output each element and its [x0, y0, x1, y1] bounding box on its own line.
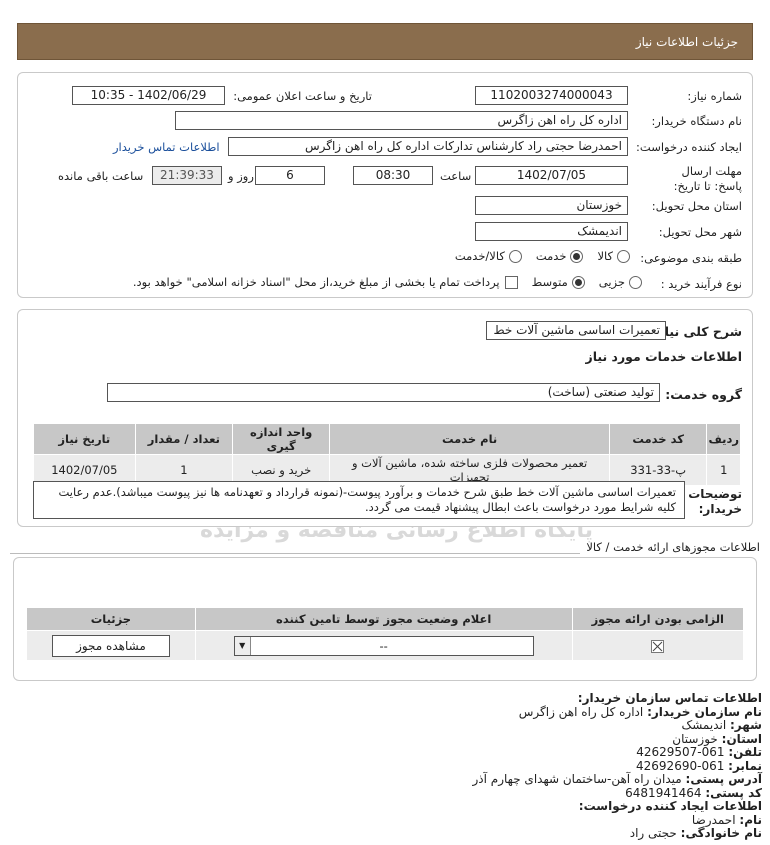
- city-field: اندیمشک: [475, 222, 628, 241]
- contact-line-org: نام سازمان خریدار: اداره کل راه اهن زاگر…: [518, 704, 762, 719]
- buyer-contact-link[interactable]: اطلاعات تماس خریدار: [113, 140, 220, 154]
- license-select-arrow-icon[interactable]: ▼: [234, 636, 251, 655]
- col-unit: واحد اندازه گیری: [232, 423, 331, 455]
- creator-info-title: اطلاعات ایجاد کننده درخواست:: [578, 799, 762, 813]
- buyer-notes-label: توضیحات خریدار:: [688, 487, 742, 516]
- radio-service[interactable]: [570, 249, 584, 263]
- category-option-goods-label: کالا: [597, 249, 613, 263]
- table-row: ▼ -- مشاهده مجوز: [26, 630, 745, 661]
- city-label: شهر محل تحویل:: [658, 225, 742, 239]
- view-license-button[interactable]: مشاهده مجوز: [51, 634, 170, 657]
- licenses-table-header: الزامی بودن ارائه مجوز اعلام وضعیت مجوز …: [26, 607, 745, 631]
- col-license-required: الزامی بودن ارائه مجوز: [571, 607, 745, 631]
- services-title: اطلاعات خدمات مورد نیاز: [585, 349, 743, 364]
- treasury-payment-option[interactable]: پرداخت تمام یا بخشی از مبلغ خرید،از محل …: [133, 275, 518, 289]
- radio-goods-service[interactable]: [508, 249, 522, 263]
- province-field: خوزستان: [475, 196, 628, 215]
- process-option-medium-label: متوسط: [531, 275, 568, 289]
- licenses-section-label: اطلاعات مجوزهای ارائه خدمت / کالا: [586, 540, 760, 554]
- service-group-field: تولید صنعتی (ساخت): [107, 383, 660, 402]
- contact-line-phone: تلفن: 061-42629507: [636, 745, 762, 759]
- announce-label: تاریخ و ساعت اعلان عمومی:: [233, 89, 372, 103]
- services-table: ردیف کد خدمت نام خدمت واحد اندازه گیری ت…: [33, 423, 741, 486]
- process-label: نوع فرآیند خرید :: [660, 277, 742, 291]
- desc-field: تعمیرات اساسی ماشین آلات خط: [486, 321, 666, 340]
- license-required-cell: [571, 630, 745, 661]
- process-option-medium[interactable]: متوسط: [532, 275, 585, 289]
- category-label: طبقه بندی موضوعی:: [640, 251, 742, 265]
- category-option-both[interactable]: کالا/خدمت: [455, 249, 522, 263]
- buyer-notes-text: تعمیرات اساسی ماشین آلات خط طبق شرح خدما…: [58, 485, 677, 514]
- services-table-header: ردیف کد خدمت نام خدمت واحد اندازه گیری ت…: [33, 423, 741, 455]
- col-row: ردیف: [706, 423, 741, 455]
- page-title: جزئیات اطلاعات نیاز: [635, 35, 738, 49]
- process-radio-group: جزیی متوسط پرداخت تمام یا بخشی از مبلغ خ…: [133, 275, 642, 289]
- cell-row: 1: [706, 454, 741, 486]
- contact-line-address: آدرس پستی: میدان راه آهن-ساختمان شهدای چ…: [472, 772, 763, 786]
- col-name: نام خدمت: [329, 423, 610, 455]
- radio-medium[interactable]: [571, 275, 585, 289]
- col-code: کد خدمت: [608, 423, 708, 455]
- creator-label: ایجاد کننده درخواست:: [636, 140, 742, 154]
- contact-line-postal: کد پستی: 6481941464: [625, 785, 762, 800]
- buyer-label: نام دستگاه خریدار:: [651, 114, 742, 128]
- remaining-time-field: 21:39:33: [152, 166, 222, 185]
- buyer-notes-box: تعمیرات اساسی ماشین آلات خط طبق شرح خدما…: [33, 481, 685, 519]
- treasury-checkbox[interactable]: [504, 275, 518, 289]
- col-license-status: اعلام وضعیت مجوز توسط تامین کننده: [194, 607, 573, 631]
- remaining-label: ساعت باقی مانده: [58, 169, 144, 183]
- page-header: جزئیات اطلاعات نیاز: [17, 23, 753, 60]
- col-qty: تعداد / مقدار: [134, 423, 234, 455]
- license-required-checkbox: [651, 639, 665, 653]
- deadline-date-field: 1402/07/05: [475, 166, 628, 185]
- category-option-goods[interactable]: کالا: [597, 249, 630, 263]
- creator-field: احمدرضا حجتی راد کارشناس تدارکات اداره ک…: [228, 137, 628, 156]
- contact-line-fax: نمابر: 061-42692690: [636, 758, 762, 773]
- license-details-cell: مشاهده مجوز: [26, 630, 196, 661]
- col-license-details: جزئیات: [26, 607, 196, 631]
- deadline-time-label: ساعت: [440, 169, 472, 183]
- radio-goods[interactable]: [617, 249, 630, 263]
- deadline-label: مهلت ارسال پاسخ: تا تاریخ:: [673, 164, 742, 193]
- creator-line-name: نام: احمدرضا: [691, 812, 762, 827]
- need-number-field: 1102003274000043: [475, 86, 628, 105]
- treasury-payment-note: پرداخت تمام یا بخشی از مبلغ خرید،از محل …: [132, 275, 500, 289]
- contact-title: اطلاعات تماس سازمان خریدار:: [577, 691, 762, 705]
- radio-minor[interactable]: [629, 275, 642, 289]
- contact-line-city: شهر: اندیمشک: [681, 718, 762, 732]
- license-status-select[interactable]: ▼ --: [233, 635, 534, 656]
- licenses-divider: [10, 553, 580, 554]
- need-number-label: شماره نیاز:: [687, 89, 742, 103]
- category-option-both-label: کالا/خدمت: [454, 249, 505, 263]
- category-option-service[interactable]: خدمت: [536, 249, 584, 263]
- days-field: 6: [255, 166, 325, 185]
- process-option-minor-label: جزیی: [598, 275, 625, 289]
- buyer-field: اداره کل راه اهن زاگرس: [175, 111, 628, 130]
- category-option-service-label: خدمت: [535, 249, 567, 263]
- creator-line-family: نام خانوادگی: حجتی راد: [629, 826, 762, 840]
- province-label: استان محل تحویل:: [651, 199, 742, 213]
- category-radio-group: کالا خدمت کالا/خدمت: [455, 249, 630, 263]
- contact-line-province: استان: خوزستان: [672, 731, 762, 746]
- licenses-table: الزامی بودن ارائه مجوز اعلام وضعیت مجوز …: [26, 607, 745, 661]
- license-status-value: --: [379, 638, 388, 653]
- col-date: تاریخ نیاز: [33, 423, 136, 455]
- contact-section: اطلاعات تماس سازمان خریدار: نام سازمان خ…: [22, 691, 763, 841]
- deadline-time-field: 08:30: [353, 166, 433, 185]
- service-group-label: گروه خدمت:: [665, 387, 742, 402]
- days-label: روز و: [228, 169, 254, 183]
- announce-datetime-field: 1402/06/29 - 10:35: [72, 86, 225, 105]
- process-option-minor[interactable]: جزیی: [599, 275, 642, 289]
- license-status-cell: ▼ --: [194, 630, 573, 661]
